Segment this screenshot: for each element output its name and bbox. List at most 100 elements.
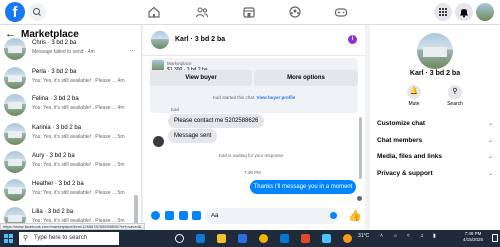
notifications-bell-icon[interactable] <box>455 3 473 21</box>
groups-icon[interactable] <box>287 4 303 20</box>
message-input[interactable] <box>205 208 339 224</box>
conversation-snippet: You: Yes, it's still available! . Please… <box>32 162 125 168</box>
more-options-button[interactable]: More options <box>254 70 358 86</box>
conversation-item[interactable]: Karinia · 3 bd 2 ba You: Yes, it's still… <box>4 122 138 146</box>
gaming-icon[interactable] <box>333 4 349 20</box>
conversation-name: Lilia · 3 bd 2 ba <box>32 209 74 215</box>
menu-grid-icon[interactable] <box>434 3 452 21</box>
battery-icon[interactable]: ▮ <box>433 233 436 239</box>
chevron-down-icon: ⌄ <box>488 154 494 160</box>
media-files-links-item[interactable]: Media, files and links <box>377 153 442 160</box>
search-icon: ⚲ <box>448 85 462 99</box>
customize-chat-item[interactable]: Customize chat <box>377 120 425 127</box>
avatar <box>4 123 26 145</box>
chat-members-item[interactable]: Chat members <box>377 137 422 144</box>
mute-label: Mute <box>408 101 420 107</box>
marketplace-icon[interactable] <box>241 4 257 20</box>
wifi-icon[interactable]: ≈ <box>407 233 410 239</box>
mail-icon[interactable] <box>280 234 289 243</box>
top-navigation-bar: f <box>0 0 500 25</box>
sticker-icon[interactable] <box>179 211 188 220</box>
file-explorer-icon[interactable] <box>217 234 226 243</box>
avatar <box>153 136 164 147</box>
task-view-icon[interactable] <box>175 234 184 243</box>
avatar <box>4 38 26 60</box>
info-icon[interactable]: i <box>348 35 357 44</box>
app-icon[interactable] <box>322 234 331 243</box>
conversation-snippet: You: Yes, it's still available! . Please… <box>32 190 125 196</box>
search-label: Search <box>447 101 463 107</box>
friends-icon[interactable] <box>194 4 210 20</box>
chat-header: Karl · 3 bd 2 ba i <box>143 25 365 56</box>
emoji-icon[interactable] <box>330 212 337 219</box>
photo-icon[interactable] <box>165 211 174 220</box>
home-icon[interactable] <box>146 4 162 20</box>
conversation-item[interactable]: Perla · 3 bd 2 ba You: Yes, it's still a… <box>4 66 138 90</box>
conversation-item[interactable]: Chris · 3 bd 2 ba Message failed to send… <box>4 37 138 61</box>
avatar <box>4 179 26 201</box>
avatar[interactable] <box>151 31 169 49</box>
details-name: Karl · 3 bd 2 ba <box>409 70 461 77</box>
network-icon[interactable]: ☼ <box>393 233 398 239</box>
like-icon[interactable]: 👍 <box>348 209 362 222</box>
conversation-item[interactable]: Aury · 3 bd 2 ba You: Yes, it's still av… <box>4 150 138 174</box>
profile-avatar[interactable] <box>476 3 494 21</box>
conversation-name: Karinia · 3 bd 2 ba <box>32 125 82 131</box>
seen-avatar <box>357 196 362 201</box>
weather-temperature[interactable]: 31°C <box>358 233 369 239</box>
search-button[interactable]: ⚲ Search <box>445 85 465 107</box>
search-icon[interactable] <box>28 3 46 21</box>
weather-sun-icon[interactable] <box>343 234 352 243</box>
chevron-down-icon: ⌄ <box>488 171 494 177</box>
link-status-bar: https://www.facebook.com/marketplace/ite… <box>0 223 145 230</box>
message-time: 7:48 PM <box>244 170 261 175</box>
incoming-message: Message sent <box>168 129 218 143</box>
app-icon[interactable] <box>301 234 310 243</box>
facebook-logo-icon[interactable]: f <box>5 2 25 22</box>
chevron-down-icon: ⌄ <box>488 121 494 127</box>
chrome-icon[interactable] <box>259 234 268 243</box>
conversation-snippet: You: Yes, it's still available! . Please… <box>32 105 125 111</box>
conversation-snippet: You: Yes, it's still available! . Please… <box>32 134 125 140</box>
tray-chevron-icon[interactable]: ˄ <box>380 233 383 239</box>
chevron-down-icon: ⌄ <box>488 138 494 144</box>
notification-center-icon[interactable] <box>492 234 498 242</box>
taskbar-clock[interactable]: 7:49 PM 4/15/2026 <box>455 231 491 243</box>
conversation-name: Chris · 3 bd 2 ba <box>32 40 77 46</box>
view-buyer-profile-link[interactable]: View buyer profile <box>257 95 296 100</box>
taskbar-search-box[interactable]: ⚲ Type here to search <box>19 232 119 245</box>
waiting-note: Karl is waiting for your response. <box>219 153 285 158</box>
chat-title[interactable]: Karl · 3 bd 2 ba <box>175 36 225 43</box>
outgoing-message: Thanks I'll message you in a moment <box>250 180 356 194</box>
privacy-support-item[interactable]: Privacy & support <box>377 170 433 177</box>
conversation-name: Felina · 3 bd 2 ba <box>32 96 79 102</box>
conversation-name: Perla · 3 bd 2 ba <box>32 69 77 75</box>
more-options-icon[interactable]: … <box>129 46 136 53</box>
mute-button[interactable]: 🔔 Mute <box>404 85 424 107</box>
incoming-message: Please contact me 5202588626 <box>168 114 265 128</box>
taskbar-search-placeholder: Type here to search <box>34 235 88 241</box>
chat-scrollbar[interactable] <box>359 117 362 179</box>
volume-icon[interactable]: ♫ <box>420 233 424 239</box>
conversation-name: Aury · 3 bd 2 ba <box>32 153 75 159</box>
chat-panel: Karl · 3 bd 2 ba i Marketplace $1,300 · … <box>143 25 365 230</box>
conversation-name: Heather · 3 bd 2 ba <box>32 181 84 187</box>
microphone-icon[interactable] <box>151 211 160 220</box>
windows-taskbar: ⚲ Type here to search 31°C ˄ ☼ ≈ ♫ ▮ 7:4… <box>0 230 500 247</box>
conversation-item[interactable]: Felina · 3 bd 2 ba You: Yes, it's still … <box>4 93 138 117</box>
windows-start-icon[interactable] <box>4 234 13 243</box>
conversation-item[interactable]: Heather · 3 bd 2 ba You: Yes, it's still… <box>4 178 138 202</box>
chat-started-note: Karl started this chat. View buyer profi… <box>213 95 296 100</box>
conversation-snippet: You: Yes, it's still available! . Please… <box>32 78 125 84</box>
sender-name: Karl <box>171 107 180 112</box>
avatar <box>4 94 26 116</box>
avatar <box>4 67 26 89</box>
store-icon[interactable] <box>238 234 247 243</box>
view-buyer-button[interactable]: View buyer <box>150 70 252 86</box>
gif-icon[interactable] <box>192 211 201 220</box>
avatar[interactable] <box>417 33 453 69</box>
listing-label: Marketplace <box>167 61 192 66</box>
bell-icon: 🔔 <box>407 85 421 99</box>
message-composer: 👍 <box>143 203 365 230</box>
edge-icon[interactable] <box>196 234 205 243</box>
